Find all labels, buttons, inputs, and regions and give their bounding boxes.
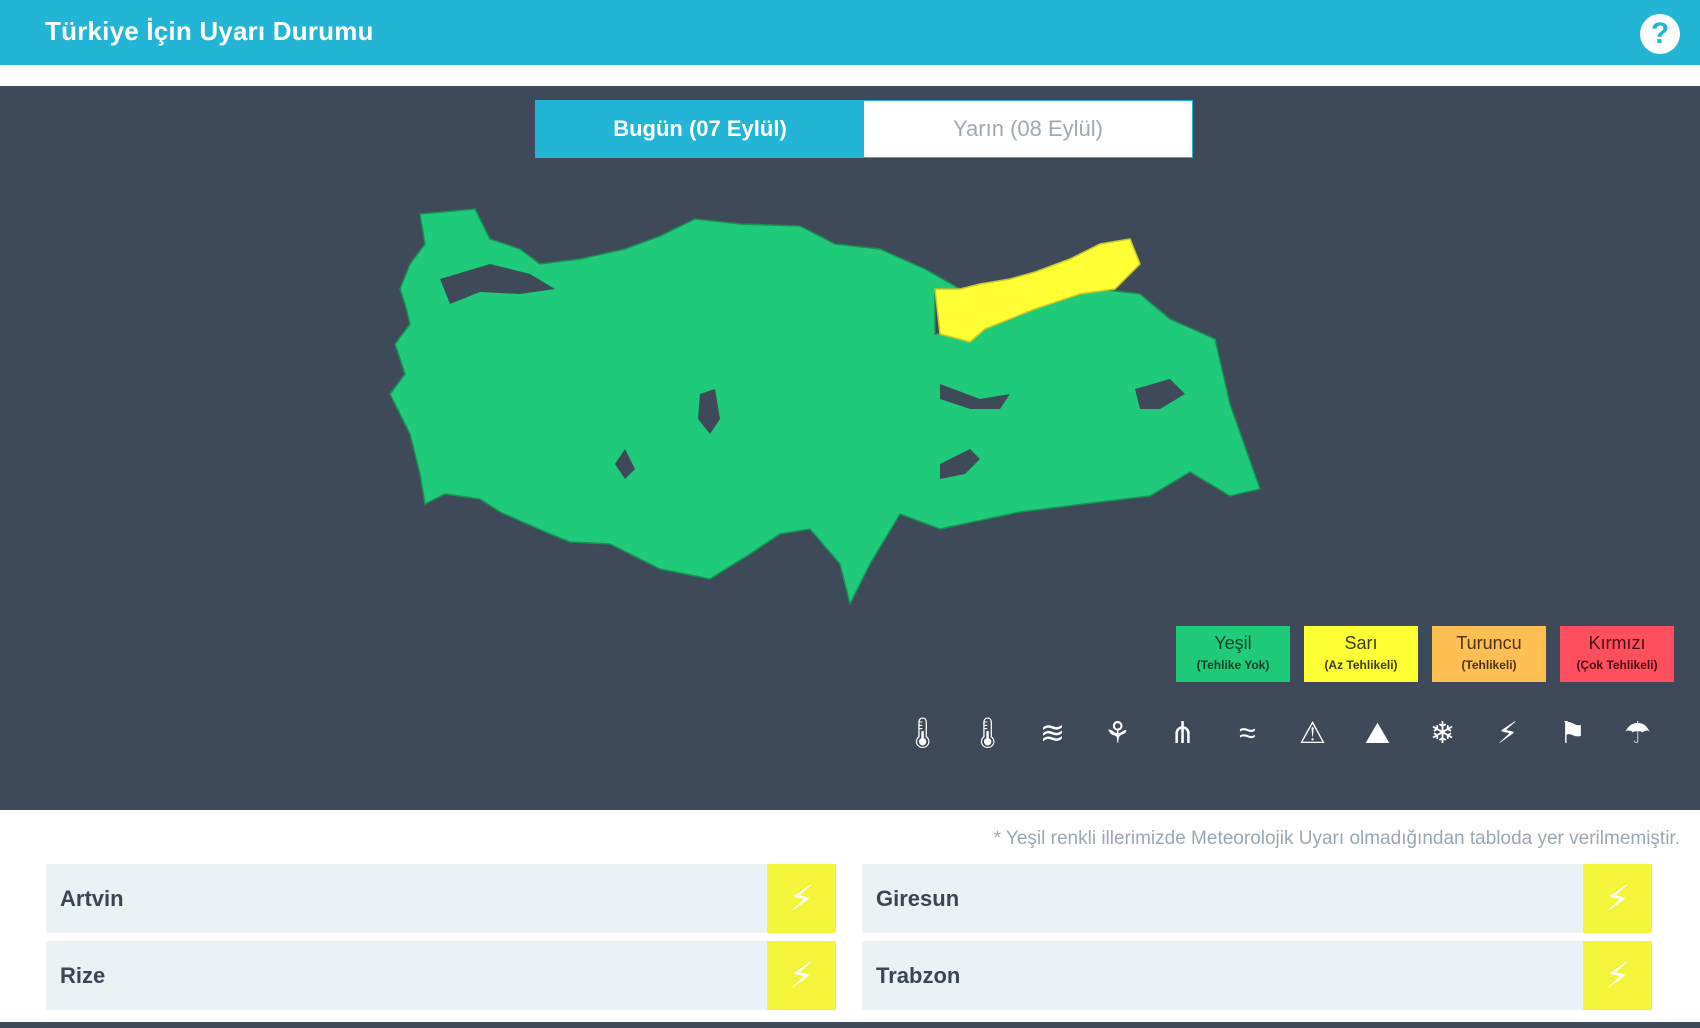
warning-map-panel: Bugün (07 Eylül) Yarın (08 Eylül) Yeşil … bbox=[0, 86, 1700, 810]
province-name: Trabzon bbox=[876, 962, 961, 988]
high-temperature-icon[interactable]: 🌡 bbox=[965, 711, 1010, 756]
legend-yellow-label: Sarı bbox=[1344, 633, 1378, 653]
legend-orange-sub: (Tehlikeli) bbox=[1461, 658, 1517, 672]
rain-icon[interactable]: ☂ bbox=[1615, 711, 1660, 756]
legend-red: Kırmızı (Çok Tehlikeli) bbox=[1560, 626, 1674, 682]
legend-green-sub: (Tehlike Yok) bbox=[1196, 658, 1270, 672]
header-bar: Türkiye İçin Uyarı Durumu ? bbox=[0, 0, 1700, 65]
warning-row[interactable]: Giresun ⚡ bbox=[862, 864, 1652, 933]
warning-row[interactable]: Trabzon ⚡ bbox=[862, 941, 1652, 1010]
wind-icon[interactable]: ≈ bbox=[1225, 711, 1270, 756]
dust-icon[interactable]: ⚘ bbox=[1095, 711, 1140, 756]
province-name: Giresun bbox=[876, 885, 960, 911]
thunderstorm-icon[interactable]: ⚡ bbox=[767, 941, 836, 1010]
bottom-divider bbox=[0, 1022, 1700, 1028]
avalanche-icon[interactable]: ⚠ bbox=[1290, 711, 1335, 756]
legend-yellow: Sarı (Az Tehlikeli) bbox=[1304, 626, 1418, 682]
help-icon[interactable]: ? bbox=[1640, 14, 1680, 54]
legend-green-label: Yeşil bbox=[1214, 633, 1252, 653]
fog-icon[interactable]: ≋ bbox=[1030, 711, 1075, 756]
hazard-icon-bar: 🌡 🌡 ≋ ⚘ ⋔ ≈ ⚠ ⛰ ❄ ⚡ ⚑ ☂ bbox=[900, 711, 1660, 756]
legend-yellow-sub: (Az Tehlikeli) bbox=[1324, 658, 1398, 672]
low-temperature-icon[interactable]: 🌡 bbox=[900, 711, 945, 756]
legend: Yeşil (Tehlike Yok) Sarı (Az Tehlikeli) … bbox=[1176, 626, 1674, 682]
legend-orange-label: Turuncu bbox=[1456, 633, 1522, 653]
thunderstorm-icon[interactable]: ⚡ bbox=[1583, 864, 1652, 933]
province-name: Artvin bbox=[60, 885, 124, 911]
legend-red-label: Kırmızı bbox=[1588, 633, 1646, 653]
thunderstorm-icon[interactable]: ⚡ bbox=[1583, 941, 1652, 1010]
legend-orange: Turuncu (Tehlikeli) bbox=[1432, 626, 1546, 682]
tab-tomorrow[interactable]: Yarın (08 Eylül) bbox=[864, 101, 1192, 157]
landslide-icon[interactable]: ⛰ bbox=[1355, 711, 1400, 756]
tab-today[interactable]: Bugün (07 Eylül) bbox=[536, 101, 864, 157]
page-title: Türkiye İçin Uyarı Durumu bbox=[45, 16, 374, 46]
day-tabs: Bugün (07 Eylül) Yarın (08 Eylül) bbox=[535, 100, 1193, 158]
windsock-icon[interactable]: ⚑ bbox=[1550, 711, 1595, 756]
snow-icon[interactable]: ❄ bbox=[1420, 711, 1465, 756]
warning-row[interactable]: Rize ⚡ bbox=[46, 941, 836, 1010]
legend-green: Yeşil (Tehlike Yok) bbox=[1176, 626, 1290, 682]
warning-row[interactable]: Artvin ⚡ bbox=[46, 864, 836, 933]
warning-table: Artvin ⚡ Giresun ⚡ Rize ⚡ Trabzon ⚡ bbox=[46, 864, 1652, 1010]
province-name: Rize bbox=[60, 962, 106, 988]
thunderstorm-icon[interactable]: ⚡ bbox=[1485, 711, 1530, 756]
note-text: * Yeşil renkli illerimizde Meteorolojik … bbox=[993, 828, 1680, 849]
legend-red-sub: (Çok Tehlikeli) bbox=[1576, 658, 1658, 672]
thunderstorm-icon[interactable]: ⚡ bbox=[767, 864, 836, 933]
icing-icon[interactable]: ⋔ bbox=[1160, 711, 1205, 756]
